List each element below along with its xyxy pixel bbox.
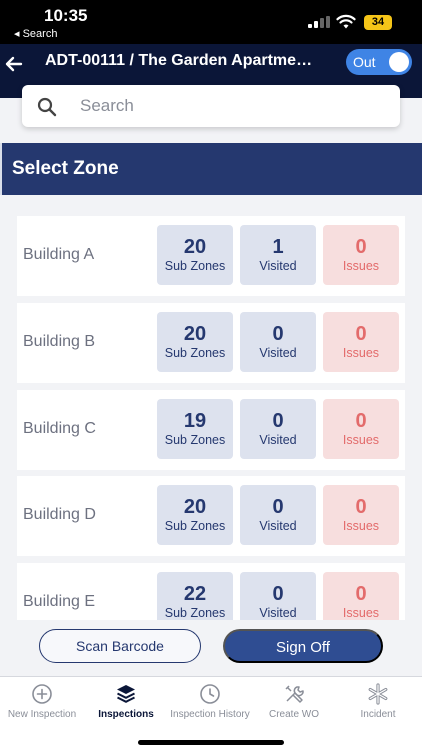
visited-label: Visited (259, 519, 297, 533)
issues-stat: 0 Issues (323, 399, 399, 459)
visited-label: Visited (259, 259, 297, 273)
issues-stat: 0 Issues (323, 485, 399, 545)
wifi-icon (336, 14, 356, 29)
layers-icon (117, 685, 135, 703)
sub-zones-stat: 20 Sub Zones (157, 225, 233, 285)
section-title: Select Zone (12, 158, 119, 179)
visited-stat: 0 Visited (240, 485, 316, 545)
zone-row-building-a[interactable]: Building A 20 Sub Zones 1 Visited 0 Issues (17, 216, 405, 296)
zone-row-building-e[interactable]: Building E 22 Sub Zones 0 Visited 0 Issues (17, 563, 405, 620)
zone-name: Building D (23, 506, 96, 523)
zone-row-building-b[interactable]: Building B 20 Sub Zones 0 Visited 0 Issues (17, 303, 405, 383)
signal-icon (308, 16, 330, 28)
zone-list[interactable]: Building A 20 Sub Zones 1 Visited 0 Issues … (0, 216, 422, 620)
page-title: ADT-00111 / The Garden Apartments (45, 52, 315, 69)
tab-bar: New Inspection Inspections Inspection Hi… (0, 676, 422, 721)
back-arrow-icon[interactable] (4, 54, 24, 74)
visited-count: 0 (272, 410, 284, 432)
tab-label: Create WO (268, 709, 319, 720)
tab-new-inspection[interactable]: New Inspection (0, 677, 84, 722)
section-header: Select Zone (0, 143, 422, 195)
back-to-search-link[interactable]: ◂ Search (14, 27, 57, 40)
issues-label: Issues (342, 259, 380, 273)
zone-name: Building A (23, 246, 95, 263)
zone-row-building-c[interactable]: Building C 19 Sub Zones 0 Visited 0 Issues (17, 390, 405, 470)
tab-inspections[interactable]: Inspections (84, 677, 168, 722)
issues-label: Issues (342, 519, 380, 533)
visited-stat: 0 Visited (240, 399, 316, 459)
visited-label: Visited (259, 346, 297, 360)
toggle-knob (389, 52, 409, 72)
sub-zones-count: 19 (183, 410, 207, 432)
issues-count: 0 (355, 236, 367, 258)
issues-count: 0 (355, 583, 367, 605)
home-indicator-area (0, 721, 422, 750)
issues-count: 0 (355, 410, 367, 432)
sub-zones-label: Sub Zones (164, 259, 226, 273)
tab-label: New Inspection (7, 709, 77, 720)
sub-zones-count: 20 (183, 496, 207, 518)
visited-label: Visited (259, 606, 297, 620)
battery-icon: 34 (364, 15, 392, 30)
sub-zones-stat: 20 Sub Zones (157, 312, 233, 372)
sub-zones-stat: 19 Sub Zones (157, 399, 233, 459)
zone-name: Building C (23, 420, 96, 437)
search-icon (37, 97, 57, 117)
tab-incident[interactable]: Incident (336, 677, 420, 722)
sub-zones-stat: 20 Sub Zones (157, 485, 233, 545)
tab-label: Inspection History (170, 709, 250, 720)
issues-label: Issues (342, 606, 380, 620)
sub-zones-label: Sub Zones (164, 346, 226, 360)
issues-stat: 0 Issues (323, 572, 399, 620)
zone-row-building-d[interactable]: Building D 20 Sub Zones 0 Visited 0 Issues (17, 476, 405, 556)
home-indicator[interactable] (138, 740, 284, 745)
zone-name: Building E (23, 593, 96, 610)
sign-off-button[interactable]: Sign Off (223, 629, 383, 663)
issues-count: 0 (355, 323, 367, 345)
visited-count: 1 (272, 236, 284, 258)
visited-count: 0 (272, 496, 284, 518)
visited-stat: 0 Visited (240, 572, 316, 620)
sub-zones-count: 22 (183, 583, 207, 605)
sub-zones-label: Sub Zones (164, 519, 226, 533)
issues-label: Issues (342, 346, 380, 360)
issues-label: Issues (342, 433, 380, 447)
scan-barcode-button[interactable]: Scan Barcode (39, 629, 201, 663)
sub-zones-label: Sub Zones (164, 606, 226, 620)
tools-icon (285, 685, 304, 703)
search-input[interactable] (80, 94, 380, 118)
sub-zones-stat: 22 Sub Zones (157, 572, 233, 620)
issues-stat: 0 Issues (323, 225, 399, 285)
tab-label: Incident (360, 709, 396, 720)
issues-stat: 0 Issues (323, 312, 399, 372)
sub-zones-count: 20 (183, 323, 207, 345)
visited-stat: 1 Visited (240, 225, 316, 285)
issues-count: 0 (355, 496, 367, 518)
status-bar: 10:35 ◂ Search 34 (0, 0, 422, 44)
clock-icon (200, 684, 220, 704)
zone-name: Building B (23, 333, 96, 350)
toggle-label: Out (353, 54, 376, 70)
tab-create-wo[interactable]: Create WO (252, 677, 336, 722)
visited-count: 0 (272, 323, 284, 345)
asterisk-icon (368, 683, 388, 705)
visited-label: Visited (259, 433, 297, 447)
out-toggle[interactable]: Out (346, 49, 412, 75)
plus-circle-icon (32, 684, 52, 704)
status-time: 10:35 (44, 6, 88, 25)
tab-inspection-history[interactable]: Inspection History (168, 677, 252, 722)
sub-zones-count: 20 (183, 236, 207, 258)
tab-label: Inspections (98, 709, 154, 720)
visited-count: 0 (272, 583, 284, 605)
sub-zones-label: Sub Zones (164, 433, 226, 447)
search-bar (22, 85, 400, 127)
visited-stat: 0 Visited (240, 312, 316, 372)
